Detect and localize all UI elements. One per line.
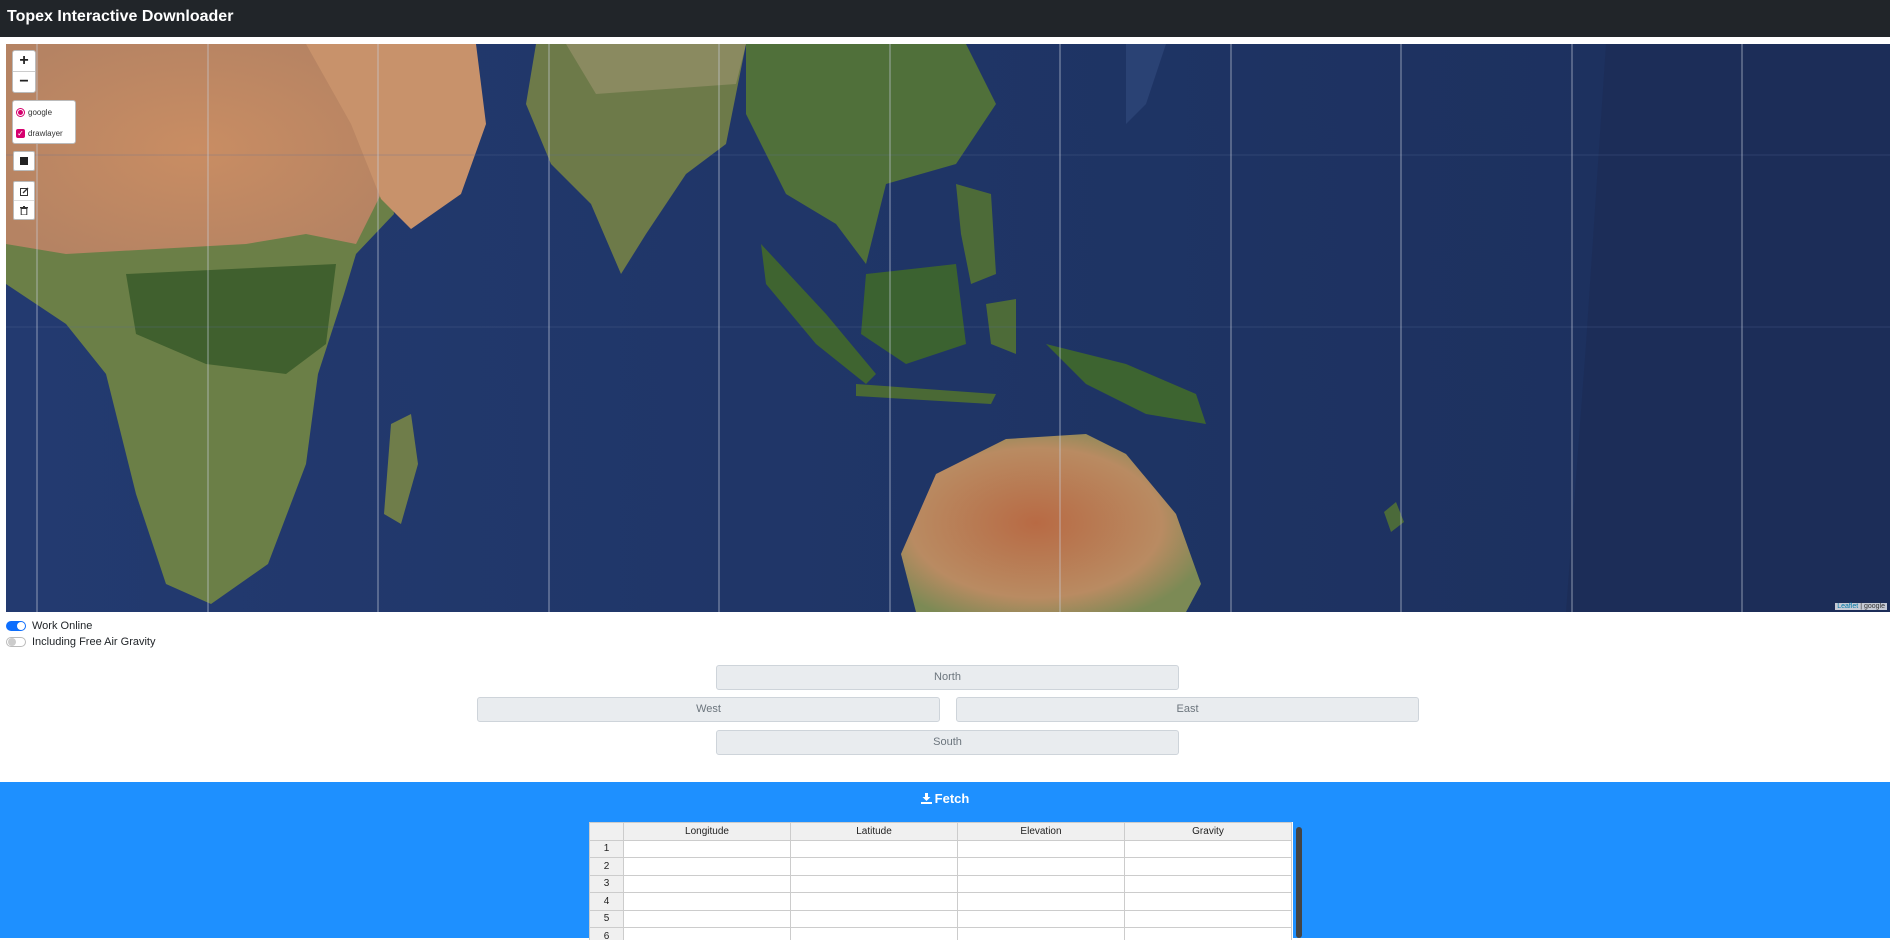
- radio-icon[interactable]: [16, 108, 25, 117]
- grid-cell[interactable]: [1125, 928, 1292, 940]
- col-header-latitude[interactable]: Latitude: [791, 823, 958, 841]
- grid-cell[interactable]: [791, 893, 958, 911]
- app-title[interactable]: Topex Interactive Downloader: [7, 8, 233, 26]
- free-air-gravity-label: Including Free Air Gravity: [32, 636, 156, 648]
- grid-cell[interactable]: [958, 875, 1125, 893]
- west-input[interactable]: West: [477, 697, 940, 722]
- navbar: Topex Interactive Downloader: [0, 0, 1890, 37]
- leaflet-link[interactable]: Leaflet: [1837, 603, 1858, 610]
- download-icon: [921, 793, 932, 804]
- east-input[interactable]: East: [956, 697, 1419, 722]
- grid-cell[interactable]: [1125, 840, 1292, 858]
- grid-cell[interactable]: [624, 858, 791, 876]
- south-input[interactable]: South: [716, 730, 1179, 755]
- layer-drawlayer[interactable]: ✓ drawlayer: [16, 127, 63, 139]
- row-header[interactable]: 1: [590, 840, 624, 858]
- grid-cell[interactable]: [791, 875, 958, 893]
- draw-rectangle-button[interactable]: [14, 152, 34, 170]
- grid-cell[interactable]: [958, 928, 1125, 940]
- grid-cell[interactable]: [624, 875, 791, 893]
- grid-cell[interactable]: [791, 858, 958, 876]
- fetch-label: Fetch: [935, 791, 970, 806]
- grid-cell[interactable]: [1125, 858, 1292, 876]
- work-online-label: Work Online: [32, 620, 92, 632]
- edit-layers-button[interactable]: [14, 182, 34, 200]
- satellite-imagery: [6, 44, 1890, 612]
- grid-cell[interactable]: [958, 910, 1125, 928]
- table-row: 1: [590, 840, 1292, 858]
- grid-cell[interactable]: [624, 893, 791, 911]
- free-air-gravity-switch[interactable]: [6, 637, 26, 647]
- grid-cell[interactable]: [1125, 893, 1292, 911]
- table-row: 4: [590, 893, 1292, 911]
- col-header-longitude[interactable]: Longitude: [624, 823, 791, 841]
- grid-cell[interactable]: [791, 910, 958, 928]
- free-air-gravity-toggle[interactable]: Including Free Air Gravity: [6, 636, 156, 648]
- corner-cell: [590, 823, 624, 841]
- row-header[interactable]: 2: [590, 858, 624, 876]
- delete-layers-button[interactable]: [14, 200, 34, 219]
- grid-cell[interactable]: [624, 910, 791, 928]
- col-header-elevation[interactable]: Elevation: [958, 823, 1125, 841]
- grid-cell[interactable]: [958, 893, 1125, 911]
- rectangle-icon: [20, 157, 28, 165]
- north-input[interactable]: North: [716, 665, 1179, 690]
- layer-google-label: google: [28, 108, 52, 117]
- attribution-provider: google: [1864, 603, 1885, 610]
- table-row: 6: [590, 928, 1292, 940]
- layer-drawlayer-label: drawlayer: [28, 129, 63, 138]
- trash-icon: [20, 206, 28, 215]
- row-header[interactable]: 4: [590, 893, 624, 911]
- table-row: 2: [590, 858, 1292, 876]
- points-table: Longitude Latitude Elevation Gravity 123…: [589, 822, 1292, 940]
- draw-toolbar: [13, 151, 35, 171]
- map-view[interactable]: + − google ✓ drawlayer: [6, 44, 1890, 612]
- grid-cell[interactable]: [624, 928, 791, 940]
- row-header[interactable]: 3: [590, 875, 624, 893]
- grid-cell[interactable]: [958, 840, 1125, 858]
- row-header[interactable]: 5: [590, 910, 624, 928]
- fetch-panel: Fetch Longitude Latitude Elevation Gravi…: [0, 782, 1890, 938]
- grid-cell[interactable]: [1125, 910, 1292, 928]
- layer-google[interactable]: google: [16, 106, 52, 118]
- zoom-out-button[interactable]: −: [13, 71, 35, 92]
- grid-cell[interactable]: [1125, 875, 1292, 893]
- fetch-button[interactable]: Fetch: [0, 791, 1890, 806]
- map-attribution: Leaflet | google: [1835, 603, 1887, 610]
- edit-toolbar: [13, 181, 35, 220]
- grid-cell[interactable]: [791, 928, 958, 940]
- zoom-in-button[interactable]: +: [13, 51, 35, 71]
- edit-icon: [20, 187, 29, 196]
- grid-cell[interactable]: [958, 858, 1125, 876]
- header-row: Longitude Latitude Elevation Gravity: [590, 823, 1292, 841]
- zoom-control: + −: [12, 50, 36, 93]
- data-grid[interactable]: Longitude Latitude Elevation Gravity 123…: [589, 822, 1293, 940]
- table-row: 3: [590, 875, 1292, 893]
- grid-cell[interactable]: [791, 840, 958, 858]
- checkbox-icon[interactable]: ✓: [16, 129, 25, 138]
- table-row: 5: [590, 910, 1292, 928]
- row-header[interactable]: 6: [590, 928, 624, 940]
- work-online-switch[interactable]: [6, 621, 26, 631]
- grid-cell[interactable]: [624, 840, 791, 858]
- col-header-gravity[interactable]: Gravity: [1125, 823, 1292, 841]
- layer-control: google ✓ drawlayer: [12, 100, 76, 144]
- work-online-toggle[interactable]: Work Online: [6, 620, 92, 632]
- grid-scrollbar[interactable]: [1296, 827, 1302, 938]
